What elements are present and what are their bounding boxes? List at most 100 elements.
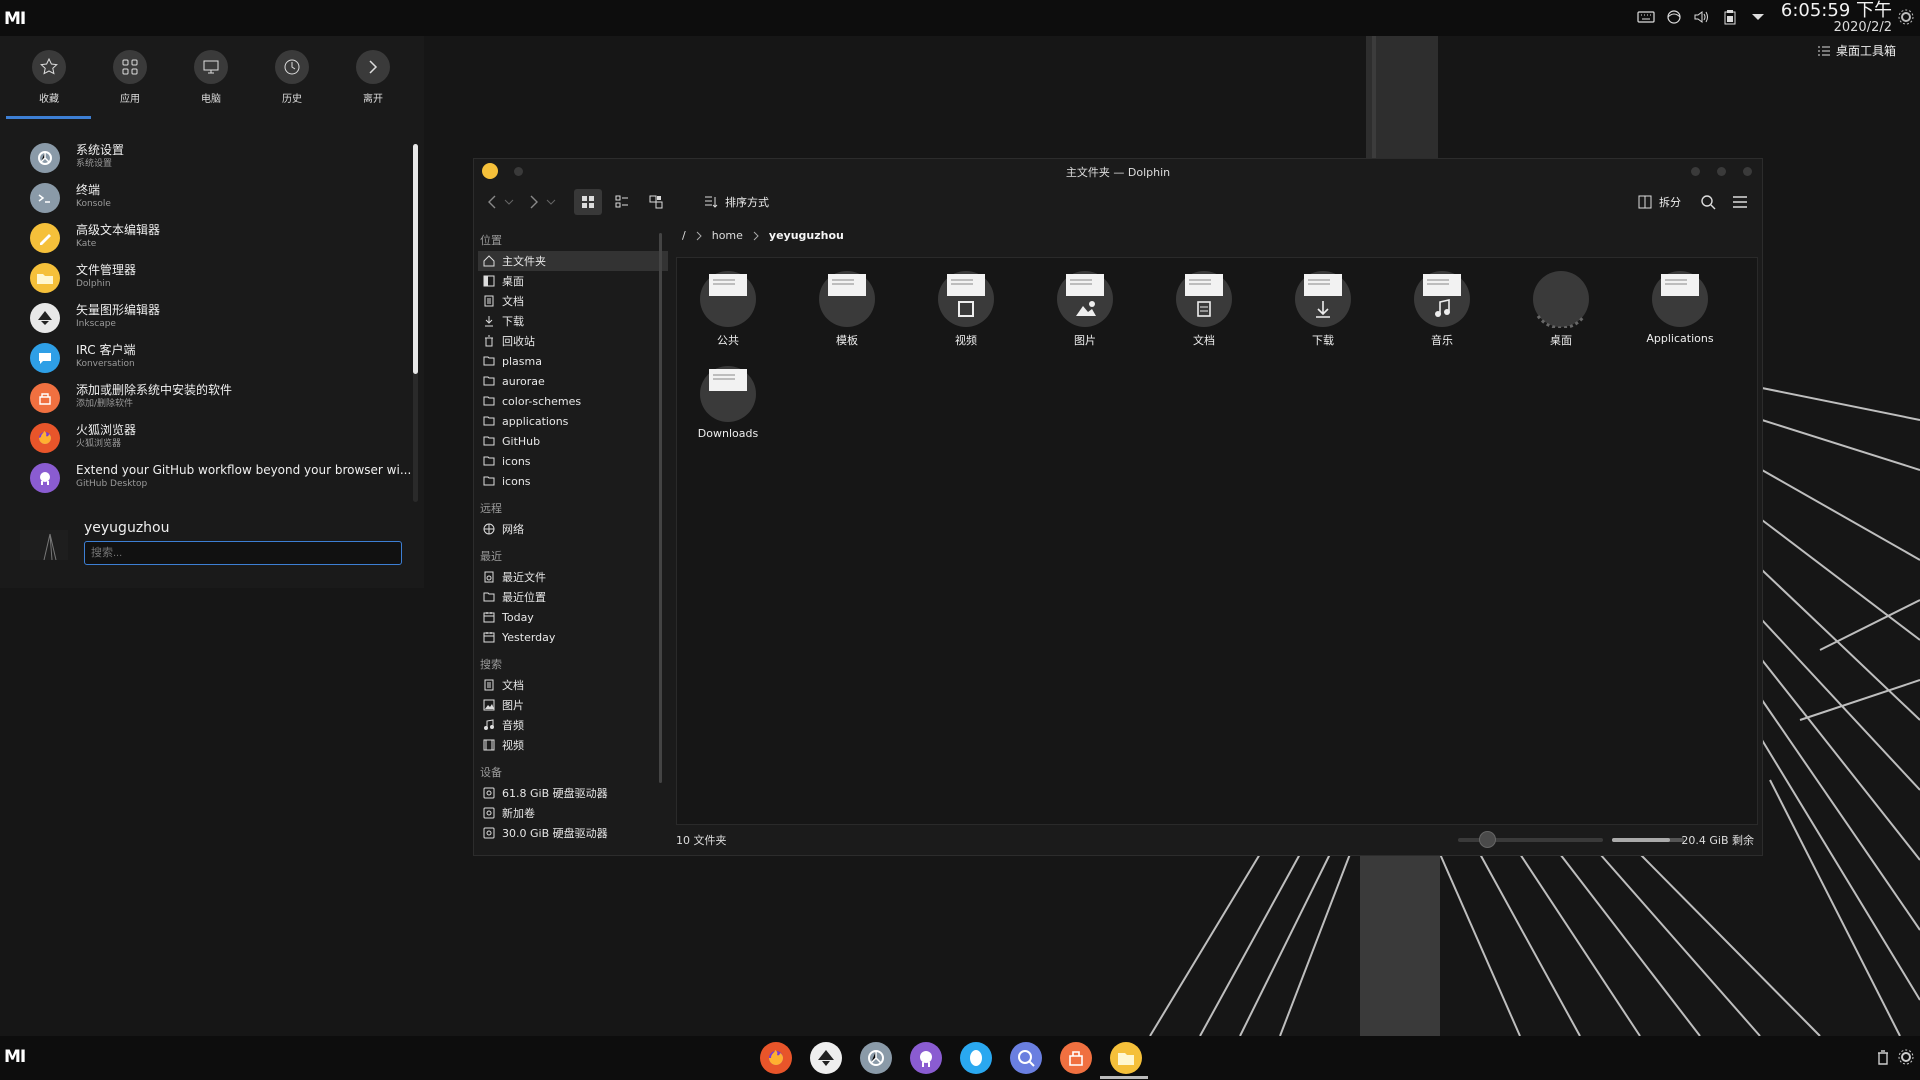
place-item[interactable]: 新加卷 xyxy=(478,803,668,823)
place-item[interactable]: 61.8 GiB 硬盘驱动器 xyxy=(478,783,668,803)
search-input[interactable] xyxy=(84,541,402,565)
desktop-toolbox[interactable]: 桌面工具箱 xyxy=(1817,42,1896,59)
list-item[interactable]: 系统设置 系统设置 xyxy=(0,138,412,178)
back-history-button[interactable] xyxy=(502,189,516,215)
breadcrumb-root[interactable]: / xyxy=(682,229,686,242)
tab-computer[interactable]: 电脑 xyxy=(175,50,247,105)
settings-icon[interactable] xyxy=(860,1042,892,1074)
inkscape-icon[interactable] xyxy=(810,1042,842,1074)
place-item[interactable]: 回收站 xyxy=(478,331,668,351)
mi-logo[interactable]: MI xyxy=(4,1047,26,1067)
expand-arrow-icon[interactable] xyxy=(1748,7,1768,27)
breadcrumb-home[interactable]: home xyxy=(712,229,743,242)
minimize-button[interactable] xyxy=(1691,167,1700,176)
breadcrumb-current[interactable]: yeyuguzhou xyxy=(769,229,844,242)
file-item[interactable]: Downloads xyxy=(678,365,778,440)
clipboard-icon[interactable] xyxy=(1720,7,1740,27)
hamburger-menu-button[interactable] xyxy=(1728,189,1752,215)
list-item[interactable]: 终端 Konsole xyxy=(0,178,412,218)
place-item[interactable]: 网络 xyxy=(478,519,668,539)
place-item[interactable]: aurorae xyxy=(478,371,668,391)
launcher-scrollbar[interactable] xyxy=(413,144,418,502)
sort-button[interactable]: 排序方式 xyxy=(696,189,776,215)
tab-leave[interactable]: 离开 xyxy=(337,50,409,105)
window-title: 主文件夹 — Dolphin xyxy=(1065,166,1171,179)
mi-logo[interactable]: MI xyxy=(4,9,26,29)
compact-view-button[interactable] xyxy=(608,189,636,215)
avatar[interactable] xyxy=(20,530,68,560)
volume-icon[interactable] xyxy=(1692,7,1712,27)
place-item[interactable]: 最近文件 xyxy=(478,567,668,587)
forward-button[interactable] xyxy=(524,189,544,215)
search-button[interactable] xyxy=(1696,189,1720,215)
places-scrollbar[interactable] xyxy=(659,233,662,783)
file-item[interactable]: 模板 xyxy=(797,270,897,348)
tab-applications[interactable]: 应用 xyxy=(94,50,166,105)
place-item[interactable]: 最近位置 xyxy=(478,587,668,607)
network-icon[interactable] xyxy=(1664,7,1684,27)
gear-icon[interactable] xyxy=(1898,1049,1914,1065)
app-subtitle: Kate xyxy=(76,239,97,249)
place-item[interactable]: applications xyxy=(478,411,668,431)
details-view-button[interactable] xyxy=(642,189,670,215)
github-icon[interactable] xyxy=(910,1042,942,1074)
firefox-icon[interactable] xyxy=(760,1042,792,1074)
terminal-icon xyxy=(30,183,60,213)
place-label: 新加卷 xyxy=(502,807,535,820)
scrollbar-thumb[interactable] xyxy=(413,144,418,374)
icons-view-icon xyxy=(582,196,594,208)
place-item[interactable]: 下载 xyxy=(478,311,668,331)
file-item[interactable]: Applications xyxy=(1630,270,1730,345)
list-item[interactable]: 添加或删除系统中安装的软件 添加/删除软件 xyxy=(0,378,412,418)
software-icon[interactable] xyxy=(1060,1042,1092,1074)
close-button[interactable] xyxy=(1743,167,1752,176)
list-item[interactable]: Extend your GitHub workflow beyond your … xyxy=(0,458,412,498)
place-item[interactable]: 图片 xyxy=(478,695,668,715)
place-item[interactable]: 文档 xyxy=(478,675,668,695)
gear-icon[interactable] xyxy=(1898,9,1914,29)
place-item[interactable]: icons xyxy=(478,451,668,471)
list-item[interactable]: 高级文本编辑器 Kate xyxy=(0,218,412,258)
tab-history[interactable]: 历史 xyxy=(256,50,328,105)
place-item[interactable]: color-schemes xyxy=(478,391,668,411)
qq-icon[interactable] xyxy=(960,1042,992,1074)
tab-favorites[interactable]: 收藏 xyxy=(13,50,85,105)
place-item[interactable]: GitHub xyxy=(478,431,668,451)
place-item[interactable]: 30.0 GiB 硬盘驱动器 xyxy=(478,823,668,843)
file-item[interactable]: 下载 xyxy=(1273,270,1373,348)
split-button[interactable]: 拆分 xyxy=(1634,189,1684,215)
icons-view-button[interactable] xyxy=(574,189,602,215)
zoom-slider-handle[interactable] xyxy=(1479,831,1496,848)
place-item[interactable]: Today xyxy=(478,607,668,627)
forward-history-button[interactable] xyxy=(544,189,558,215)
file-item[interactable]: 视频 xyxy=(916,270,1016,348)
file-view[interactable]: 公共 模板 视频 图片 文档 下载 音乐 桌面 Applications Dow… xyxy=(676,257,1758,825)
file-item[interactable]: 音乐 xyxy=(1392,270,1492,348)
pen-icon xyxy=(30,223,60,253)
place-item[interactable]: 视频 xyxy=(478,735,668,755)
titlebar[interactable]: 主文件夹 — Dolphin xyxy=(474,159,1762,183)
file-item[interactable]: 公共 xyxy=(678,270,778,348)
list-item[interactable]: IRC 客户端 Konversation xyxy=(0,338,412,378)
file-item[interactable]: 文档 xyxy=(1154,270,1254,348)
maximize-button[interactable] xyxy=(1717,167,1726,176)
list-item[interactable]: 矢量图形编辑器 Inkscape xyxy=(0,298,412,338)
trash-icon[interactable] xyxy=(1876,1049,1890,1065)
network-search-icon[interactable] xyxy=(1010,1042,1042,1074)
place-item[interactable]: plasma xyxy=(478,351,668,371)
place-item[interactable]: 文档 xyxy=(478,291,668,311)
dolphin-icon[interactable] xyxy=(1110,1042,1142,1074)
clock[interactable]: 6:05:59 下午 2020/2/2 xyxy=(1781,2,1892,35)
keyboard-icon[interactable] xyxy=(1636,7,1656,27)
place-item[interactable]: Yesterday xyxy=(478,627,668,647)
list-item[interactable]: 文件管理器 Dolphin xyxy=(0,258,412,298)
back-button[interactable] xyxy=(482,189,502,215)
place-item[interactable]: 桌面 xyxy=(478,271,668,291)
file-item[interactable]: 桌面 xyxy=(1511,270,1611,348)
folder-icon xyxy=(482,454,496,468)
file-item[interactable]: 图片 xyxy=(1035,270,1135,348)
place-item[interactable]: icons xyxy=(478,471,668,491)
list-item[interactable]: 火狐浏览器 火狐浏览器 xyxy=(0,418,412,458)
place-item-home[interactable]: 主文件夹 xyxy=(478,251,668,271)
place-item[interactable]: 音频 xyxy=(478,715,668,735)
